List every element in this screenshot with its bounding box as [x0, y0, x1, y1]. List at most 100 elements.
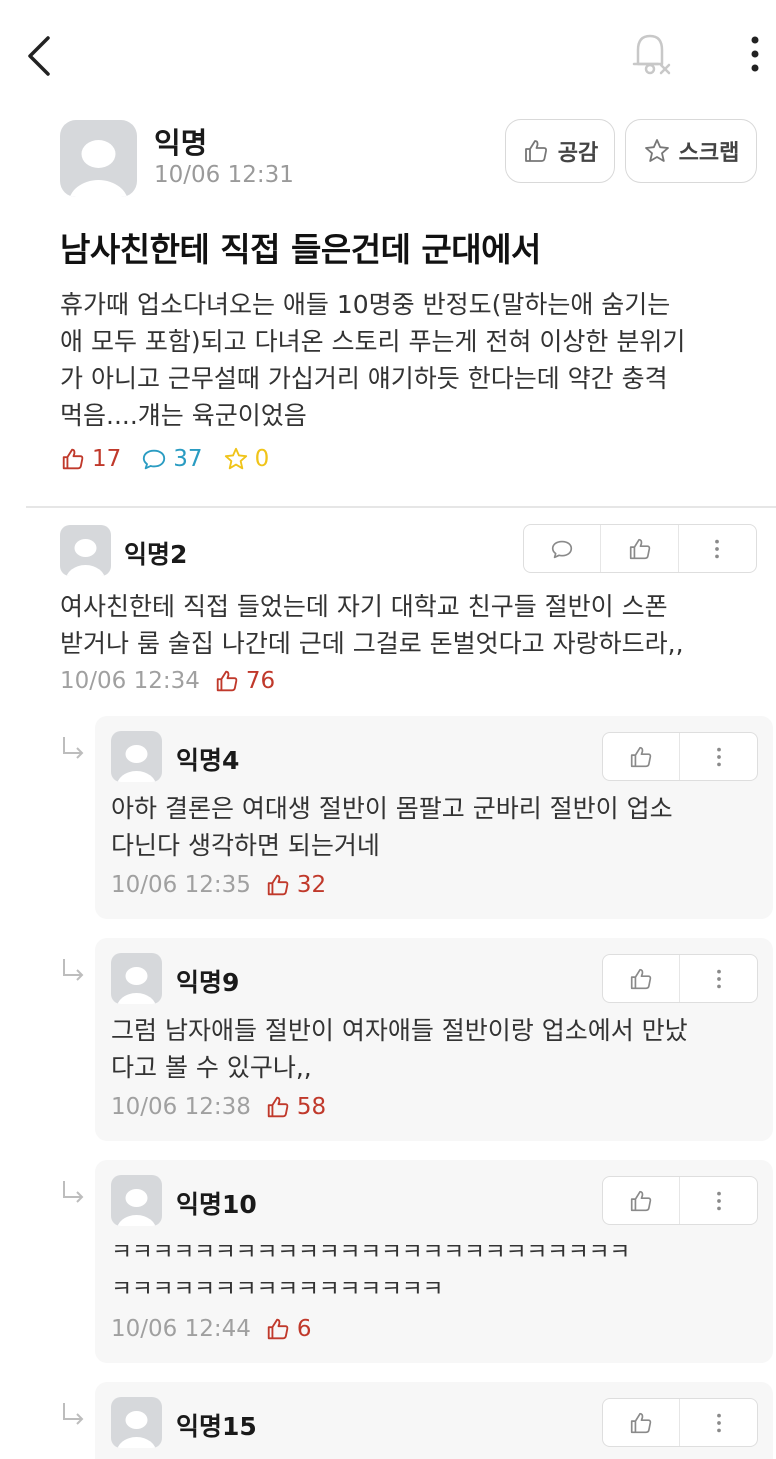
comment-meta: 10/06 12:38 58: [111, 1094, 326, 1120]
comment-likes: 58: [265, 1094, 326, 1120]
comment-count: 37: [141, 446, 203, 472]
default-avatar-icon: [117, 745, 156, 782]
like-post-button-label: 공감: [557, 141, 599, 166]
reply-arrow-icon: [63, 737, 84, 759]
comment-more-button[interactable]: [679, 525, 756, 572]
comment-more-button[interactable]: [680, 1177, 757, 1224]
comment-more-button[interactable]: [680, 1399, 757, 1446]
comment-actions: [602, 954, 758, 1003]
comment-likes-value: 76: [245, 668, 276, 694]
reply-arrow-icon: [63, 1181, 84, 1203]
comment-author: 익명9: [176, 968, 240, 997]
scrap-count: 0: [223, 446, 270, 472]
thumbs-up-icon: [524, 140, 547, 162]
reply-comment: 익명4 아하 결론은 여대생 절반이 몸팔고 군바리 절반이 업소 다닌다 생각…: [95, 716, 773, 919]
comment-likes-value: 6: [296, 1316, 312, 1342]
comment-more-button[interactable]: [680, 955, 757, 1002]
more-vertical-icon: [715, 539, 720, 558]
thumbs-up-icon: [630, 1412, 652, 1433]
notification-toggle-button[interactable]: [628, 28, 676, 80]
comment-actions: [602, 732, 758, 781]
reply-arrow-icon: [63, 959, 84, 981]
comment-body: 아하 결론은 여대생 절반이 몸팔고 군바리 절반이 업소 다닌다 생각하면 되…: [111, 794, 673, 860]
comment-actions: [602, 1176, 758, 1225]
comment-author: 익명10: [176, 1190, 257, 1219]
post-body: 휴가때 업소다녀오는 애들 10명중 반정도(말하는애 숨기는 애 모두 포함)…: [60, 290, 686, 430]
reply-arrow-icon: [63, 1403, 84, 1425]
comment-meta: 10/06 12:44 6: [111, 1316, 312, 1342]
post-time: 10/06 12:31: [154, 162, 294, 188]
thumbs-up-icon: [62, 448, 84, 470]
comment-time: 10/06 12:34: [60, 668, 200, 694]
reply-comment: 익명10 ㅋㅋㅋㅋㅋㅋㅋㅋㅋㅋㅋㅋㅋㅋㅋㅋㅋㅋㅋㅋㅋㅋㅋㅋㅋ ㅋㅋㅋㅋㅋㅋㅋㅋㅋ…: [95, 1160, 773, 1363]
thumbs-up-icon: [216, 670, 238, 692]
bell-off-icon: [632, 34, 671, 75]
avatar: [60, 120, 137, 197]
like-count: 17: [60, 446, 121, 472]
comment-body: 여사친한테 직접 들었는데 자기 대학교 친구들 절반이 스폰 받거나 룸 술집…: [60, 592, 684, 658]
back-button[interactable]: [22, 32, 62, 80]
comment-time: 10/06 12:44: [111, 1316, 251, 1342]
more-vertical-icon: [716, 747, 721, 766]
comment-likes: 76: [214, 668, 275, 694]
thumbs-up-icon: [630, 1190, 652, 1211]
comment-body: 그럼 남자애들 절반이 여자애들 절반이랑 업소에서 만났 다고 볼 수 있구나…: [111, 1016, 688, 1082]
star-icon: [224, 447, 247, 470]
star-icon: [644, 139, 669, 162]
comment-likes-value: 32: [296, 872, 327, 898]
comment-like-button[interactable]: [603, 1399, 680, 1446]
comment-like-button[interactable]: [603, 955, 680, 1002]
comment-author: 익명2: [124, 540, 188, 569]
comment-actions: [602, 1398, 758, 1447]
thumbs-up-icon: [630, 746, 652, 767]
more-options-button[interactable]: [740, 32, 770, 76]
chevron-left-icon: [28, 36, 50, 76]
comment-likes: 6: [265, 1316, 312, 1342]
comment-more-button[interactable]: [680, 733, 757, 780]
comment-count-value: 37: [173, 446, 203, 472]
comment-like-button[interactable]: [601, 525, 679, 572]
like-post-button[interactable]: 공감: [505, 119, 615, 183]
comment-time: 10/06 12:35: [111, 872, 251, 898]
comment-actions: [523, 524, 757, 573]
default-avatar-icon: [117, 967, 156, 1004]
avatar: [111, 731, 162, 782]
thumbs-up-icon: [630, 968, 652, 989]
speech-bubble-icon: [552, 540, 573, 558]
comment-likes: 32: [265, 872, 326, 898]
like-count-value: 17: [92, 446, 122, 472]
speech-bubble-icon: [143, 449, 166, 470]
more-vertical-icon: [751, 36, 759, 72]
thumbs-up-icon: [267, 1318, 289, 1340]
top-bar: [0, 0, 776, 110]
comment-like-button[interactable]: [603, 733, 680, 780]
default-avatar-icon: [117, 1189, 156, 1226]
comment-meta: 10/06 12:35 32: [111, 872, 326, 898]
reply-button[interactable]: [524, 525, 602, 572]
comment-author: 익명4: [176, 746, 240, 775]
comment-body: ㅋㅋㅋㅋㅋㅋㅋㅋㅋㅋㅋㅋㅋㅋㅋㅋㅋㅋㅋㅋㅋㅋㅋㅋㅋ ㅋㅋㅋㅋㅋㅋㅋㅋㅋㅋㅋㅋㅋㅋ…: [111, 1239, 631, 1302]
avatar: [111, 1175, 162, 1226]
default-avatar-icon: [66, 539, 105, 576]
scrap-button[interactable]: 스크랩: [625, 119, 757, 183]
comment-author: 익명15: [176, 1412, 257, 1441]
scrap-count-value: 0: [254, 446, 270, 472]
post-author: 익명: [154, 126, 208, 160]
thumbs-up-icon: [267, 874, 289, 896]
post-title: 남사친한테 직접 들은건데 군대에서: [60, 230, 541, 269]
comment-time: 10/06 12:38: [111, 1094, 251, 1120]
scrap-button-label: 스크랩: [678, 141, 740, 166]
more-vertical-icon: [716, 969, 721, 988]
comment-meta: 10/06 12:34 76: [60, 668, 275, 694]
avatar: [111, 1397, 162, 1448]
reply-comment: 익명9 그럼 남자애들 절반이 여자애들 절반이랑 업소에서 만났 다고 볼 수…: [95, 938, 773, 1141]
post-stats: 17 37 0: [60, 446, 269, 472]
divider: [26, 506, 776, 508]
avatar: [111, 953, 162, 1004]
default-avatar-icon: [117, 1411, 156, 1448]
default-avatar-icon: [69, 140, 128, 197]
reply-comment: 익명15: [95, 1382, 773, 1459]
comment-like-button[interactable]: [603, 1177, 680, 1224]
thumbs-up-icon: [267, 1096, 289, 1118]
avatar: [60, 525, 111, 576]
